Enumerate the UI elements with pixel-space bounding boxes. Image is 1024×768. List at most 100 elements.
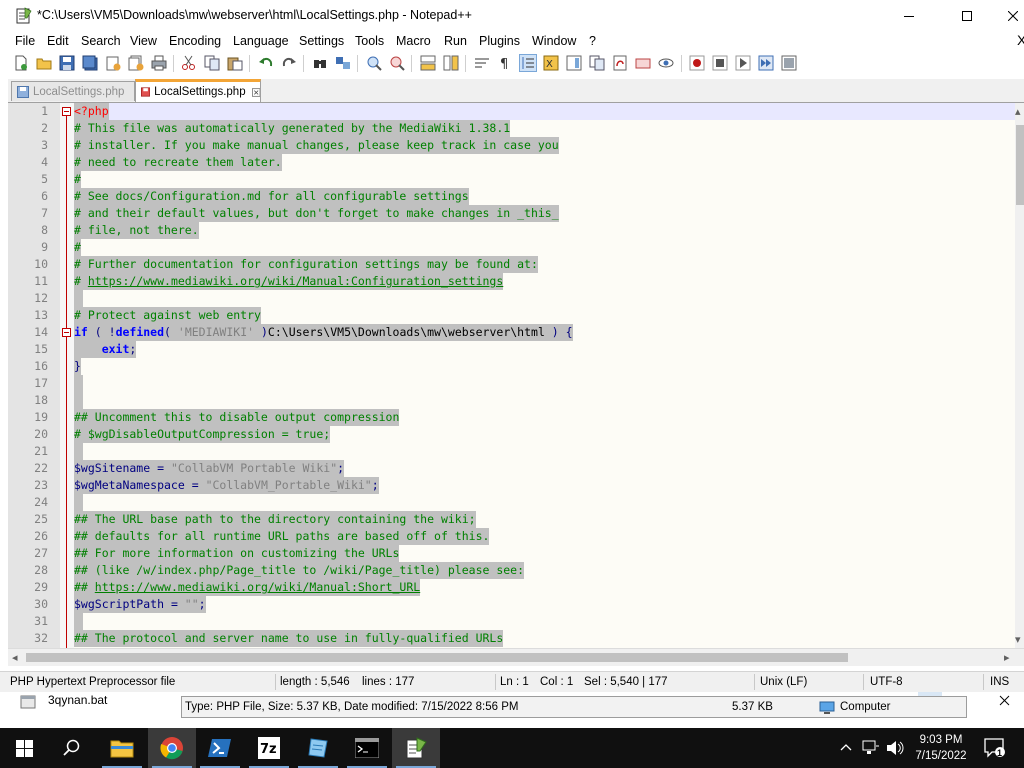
indent-guide-icon[interactable]	[519, 54, 537, 72]
tab-localsettings-inactive[interactable]: LocalSettings.php	[11, 81, 135, 101]
print-icon[interactable]	[151, 55, 167, 71]
code-line[interactable]: 23 $wgMetaNamespace = "CollabVM_Portable_…	[34, 477, 1015, 494]
explorer-file-name[interactable]: 3qynan.bat	[48, 693, 107, 707]
menu-help[interactable]: ?	[589, 34, 596, 48]
new-file-icon[interactable]	[13, 55, 29, 71]
redo-icon[interactable]	[281, 55, 297, 71]
code-line[interactable]: 17	[34, 375, 1015, 392]
scroll-right-icon[interactable]: ▸	[1004, 651, 1010, 664]
code-line[interactable]: 24	[34, 494, 1015, 511]
maximize-button[interactable]	[944, 0, 990, 31]
code-line[interactable]: 12	[34, 290, 1015, 307]
code-area[interactable]: 1 <?php 2 # This file was automatically gen…	[34, 103, 1015, 648]
code-line[interactable]: 25 ## The URL base path to the directory …	[34, 511, 1015, 528]
code-line[interactable]: 11 # https://www.mediawiki.org/wiki/Manua…	[34, 273, 1015, 290]
code-line[interactable]: 2 # This file was automatically generated…	[41, 120, 1015, 137]
code-line[interactable]: 32 ## The protocol and server name to use…	[34, 630, 1015, 647]
code-editor[interactable]: 1 <?php 2 # This file was automatically gen…	[8, 103, 1015, 648]
find-icon[interactable]	[312, 55, 328, 71]
close-document-button[interactable]: X	[1017, 32, 1024, 48]
code-line[interactable]: 8 # file, not there.	[41, 222, 1015, 239]
code-line[interactable]: 15 exit;	[34, 341, 1015, 358]
menu-plugins[interactable]: Plugins	[479, 34, 520, 48]
code-line[interactable]: 13 # Protect against web entry	[34, 307, 1015, 324]
code-line[interactable]: 31	[34, 613, 1015, 630]
code-line[interactable]: 26 ## defaults for all runtime URL paths …	[34, 528, 1015, 545]
menu-file[interactable]: File	[15, 34, 35, 48]
paste-icon[interactable]	[227, 55, 243, 71]
sync-horizontal-icon[interactable]	[443, 55, 459, 71]
menu-language[interactable]: Language	[233, 34, 289, 48]
vertical-scrollbar[interactable]: ▴ ▾	[1015, 103, 1024, 648]
code-line[interactable]: 30 $wgScriptPath = "";	[34, 596, 1015, 613]
taskbar-notepad[interactable]	[294, 728, 342, 768]
menu-encoding[interactable]: Encoding	[169, 34, 221, 48]
code-line[interactable]: 1 <?php	[41, 103, 1015, 120]
save-macro-icon[interactable]	[781, 55, 797, 71]
code-line[interactable]: 21	[34, 443, 1015, 460]
copy-icon[interactable]	[204, 55, 220, 71]
start-recording-icon[interactable]	[689, 55, 705, 71]
scroll-left-icon[interactable]: ◂	[12, 651, 18, 664]
minimize-button[interactable]	[886, 0, 932, 31]
code-line[interactable]: 4 # need to recreate them later.	[41, 154, 1015, 171]
show-hidden-icons-icon[interactable]	[840, 742, 852, 752]
taskbar-clock[interactable]: 9:03 PM 7/15/2022	[912, 732, 970, 764]
eye-icon[interactable]	[658, 55, 674, 71]
show-all-characters-icon[interactable]: ¶	[497, 55, 513, 71]
code-line[interactable]: 6 # See docs/Configuration.md for all con…	[41, 188, 1015, 205]
code-line[interactable]: 5 #	[41, 171, 1015, 188]
fold-toggle-icon[interactable]	[62, 107, 71, 116]
menu-view[interactable]: View	[130, 34, 157, 48]
network-icon[interactable]	[862, 740, 880, 756]
status-eol[interactable]: Unix (LF)	[760, 676, 807, 688]
code-line[interactable]: 7 # and their default values, but don't f…	[41, 205, 1015, 222]
open-file-icon[interactable]	[36, 55, 52, 71]
code-line[interactable]: 16}	[34, 358, 1015, 375]
code-line[interactable]: 20 # $wgDisableOutputCompression = true;	[34, 426, 1015, 443]
document-map-icon[interactable]	[566, 55, 582, 71]
tab-localsettings-active[interactable]: LocalSettings.php	[135, 79, 261, 102]
taskbar-7zip[interactable]: 7z	[245, 728, 293, 768]
save-icon[interactable]	[59, 55, 75, 71]
code-line[interactable]: 18	[34, 392, 1015, 409]
start-button[interactable]	[0, 728, 48, 768]
close-file-icon[interactable]	[105, 55, 121, 71]
menu-run[interactable]: Run	[444, 34, 467, 48]
menu-tools[interactable]: Tools	[355, 34, 384, 48]
notification-center-icon[interactable]	[984, 738, 1006, 758]
code-line[interactable]: 22 $wgSitename = "CollabVM Portable Wiki"…	[34, 460, 1015, 477]
cut-icon[interactable]	[181, 55, 197, 71]
code-line[interactable]: 9 #	[41, 239, 1015, 256]
sync-vertical-icon[interactable]	[420, 55, 436, 71]
run-macro-multiple-icon[interactable]	[758, 55, 774, 71]
function-list-icon[interactable]	[589, 55, 605, 71]
menu-search[interactable]: Search	[81, 34, 121, 48]
stop-recording-icon[interactable]	[712, 55, 728, 71]
code-line[interactable]: 19 ## Uncomment this to disable output co…	[34, 409, 1015, 426]
menu-settings[interactable]: Settings	[299, 34, 344, 48]
code-line[interactable]: 3 # installer. If you make manual changes…	[41, 137, 1015, 154]
code-line[interactable]: 14 if ( !defined( 'MEDIAWIKI' )C:\Users\V…	[34, 324, 1015, 341]
playback-macro-icon[interactable]	[735, 55, 751, 71]
replace-icon[interactable]	[335, 55, 351, 71]
search-button[interactable]	[48, 728, 96, 768]
fold-margin[interactable]	[60, 103, 74, 648]
code-line[interactable]: 10 # Further documentation for configurat…	[34, 256, 1015, 273]
user-defined-language-icon[interactable]: X	[543, 55, 559, 71]
taskbar-notepad-plus-plus[interactable]	[392, 728, 440, 768]
scroll-up-icon[interactable]: ▴	[1015, 105, 1021, 118]
vertical-scroll-thumb[interactable]	[1016, 125, 1024, 205]
code-line[interactable]: 28 ## (like /w/index.php/Page_title to /w…	[34, 562, 1015, 579]
horizontal-scrollbar[interactable]: ◂ ▸	[8, 648, 1024, 666]
monitoring-icon[interactable]	[635, 55, 651, 71]
code-line[interactable]: 29 ## https://www.mediawiki.org/wiki/Manu…	[34, 579, 1015, 596]
close-button[interactable]	[990, 0, 1024, 31]
undo-icon[interactable]	[258, 55, 274, 71]
menu-macro[interactable]: Macro	[396, 34, 431, 48]
zoom-in-icon[interactable]	[366, 55, 382, 71]
explorer-close-icon[interactable]	[999, 695, 1010, 706]
word-wrap-icon[interactable]	[474, 55, 490, 71]
volume-icon[interactable]	[886, 740, 904, 756]
fold-toggle-icon[interactable]	[62, 328, 71, 337]
